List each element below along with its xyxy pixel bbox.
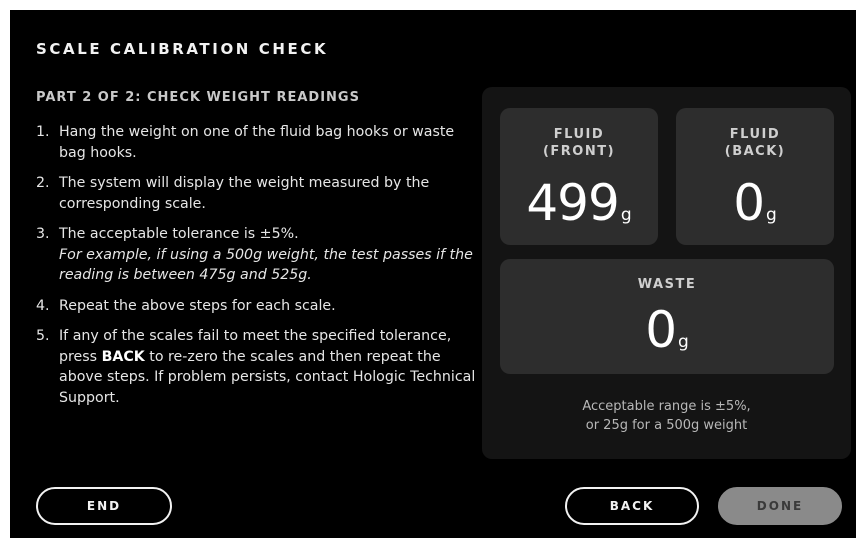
waste-value: 0: [645, 301, 677, 359]
step-number: 2.: [36, 175, 50, 191]
step-bold-back: BACK: [101, 348, 145, 365]
instruction-step-3: 3. The acceptable tolerance is ±5%. For …: [36, 224, 476, 286]
instruction-step-2: 2. The system will display the weight me…: [36, 173, 476, 214]
waste-unit: g: [678, 332, 689, 352]
fluid-front-reading: 499 g: [500, 178, 658, 228]
fluid-front-tile: FLUID (FRONT) 499 g: [500, 108, 658, 245]
calibration-screen: SCALE CALIBRATION CHECK PART 2 OF 2: CHE…: [10, 10, 856, 538]
instruction-step-4: 4. Repeat the above steps for each scale…: [36, 296, 476, 317]
step-number: 4.: [36, 297, 50, 314]
instruction-step-1: 1. Hang the weight on one of the fluid b…: [36, 122, 476, 163]
fluid-back-reading: 0g: [676, 178, 834, 228]
step-text: The acceptable tolerance is ±5%.: [59, 226, 299, 242]
instruction-list: 1. Hang the weight on one of the fluid b…: [36, 122, 476, 418]
step-text: The system will display the weight measu…: [59, 175, 430, 212]
waste-label: WASTE: [637, 277, 697, 292]
step-text: Repeat the above steps for each scale.: [59, 297, 336, 314]
step-example-text: For example, if using a 500g weight, the…: [59, 246, 473, 284]
page-title: SCALE CALIBRATION CHECK: [36, 40, 329, 58]
instruction-step-5: 5. If any of the scales fail to meet the…: [36, 326, 476, 408]
step-number: 3.: [36, 226, 50, 242]
step-body: If any of the scales fail to meet the sp…: [59, 326, 476, 408]
step-body: The acceptable tolerance is ±5%. For exa…: [59, 224, 476, 286]
step-number: 5.: [36, 328, 50, 344]
fluid-back-value: 0: [733, 174, 765, 232]
end-button[interactable]: END: [36, 487, 172, 525]
fluid-back-unit: g: [766, 205, 777, 225]
step-text: Hang the weight on one of the fluid bag …: [59, 124, 455, 161]
acceptable-range-note: Acceptable range is ±5%, or 25g for a 50…: [582, 399, 751, 433]
fluid-front-unit: g: [620, 205, 632, 225]
fluid-front-value: 499: [526, 174, 619, 232]
waste-tile: WASTE 0g: [500, 259, 834, 374]
weight-readings-panel: FLUID (FRONT) 499 g FLUID (BACK) 0g WASTE…: [482, 87, 851, 459]
fluid-front-label: FLUID (FRONT): [542, 127, 616, 159]
fluid-back-tile: FLUID (BACK) 0g: [676, 108, 834, 245]
back-button[interactable]: BACK: [565, 487, 699, 525]
step-number: 1.: [36, 124, 50, 140]
waste-reading: 0g: [500, 305, 834, 355]
done-button[interactable]: DONE: [718, 487, 842, 525]
section-subtitle: PART 2 OF 2: CHECK WEIGHT READINGS: [36, 90, 360, 105]
fluid-back-label: FLUID (BACK): [724, 127, 786, 159]
